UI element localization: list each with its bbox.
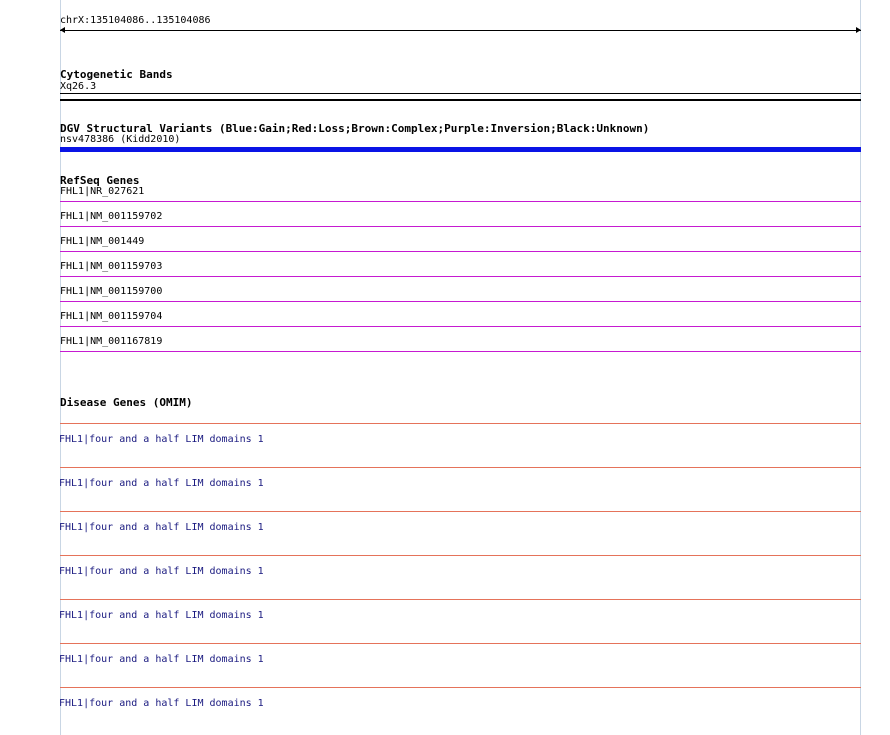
omim-feature-label[interactable]: FHL1|four and a half LIM domains 1 bbox=[59, 566, 264, 578]
omim-feature-line[interactable] bbox=[60, 467, 861, 468]
cytoband-track-title: Cytogenetic Bands bbox=[60, 68, 173, 81]
refseq-feature-line[interactable] bbox=[60, 251, 861, 252]
refseq-feature-label[interactable]: FHL1|NM_001159702 bbox=[60, 211, 162, 223]
refseq-feature-label[interactable]: FHL1|NM_001159703 bbox=[60, 261, 162, 273]
refseq-feature-line[interactable] bbox=[60, 301, 861, 302]
ruler-right-arrow-icon bbox=[856, 27, 861, 33]
refseq-feature-line[interactable] bbox=[60, 351, 861, 352]
cytoband-feature[interactable] bbox=[60, 93, 861, 94]
ruler-left-arrow-icon bbox=[60, 27, 65, 33]
ruler-line bbox=[60, 30, 861, 31]
refseq-feature-line[interactable] bbox=[60, 226, 861, 227]
omim-track-title: Disease Genes (OMIM) bbox=[60, 396, 193, 409]
refseq-feature-label[interactable]: FHL1|NM_001167819 bbox=[60, 336, 162, 348]
omim-feature-label[interactable]: FHL1|four and a half LIM domains 1 bbox=[59, 478, 264, 490]
omim-feature-line[interactable] bbox=[60, 687, 861, 688]
track-separator bbox=[60, 99, 861, 101]
omim-feature-line[interactable] bbox=[60, 555, 861, 556]
omim-feature-line[interactable] bbox=[60, 423, 861, 424]
omim-feature-label[interactable]: FHL1|four and a half LIM domains 1 bbox=[59, 610, 264, 622]
omim-feature-label[interactable]: FHL1|four and a half LIM domains 1 bbox=[59, 698, 264, 710]
omim-feature-line[interactable] bbox=[60, 599, 861, 600]
dgv-feature-label[interactable]: nsv478386 (Kidd2010) bbox=[60, 134, 180, 146]
omim-feature-label[interactable]: FHL1|four and a half LIM domains 1 bbox=[59, 522, 264, 534]
track-frame-left bbox=[60, 0, 61, 735]
omim-feature-line[interactable] bbox=[60, 511, 861, 512]
refseq-feature-label[interactable]: FHL1|NM_001449 bbox=[60, 236, 144, 248]
refseq-feature-label[interactable]: FHL1|NM_001159704 bbox=[60, 311, 162, 323]
ruler-position-label: chrX:135104086..135104086 bbox=[60, 15, 211, 26]
refseq-feature-line[interactable] bbox=[60, 201, 861, 202]
track-frame-right bbox=[860, 0, 861, 735]
refseq-feature-label[interactable]: FHL1|NM_001159700 bbox=[60, 286, 162, 298]
refseq-feature-label[interactable]: FHL1|NR_027621 bbox=[60, 186, 144, 198]
omim-feature-label[interactable]: FHL1|four and a half LIM domains 1 bbox=[59, 434, 264, 446]
omim-feature-line[interactable] bbox=[60, 643, 861, 644]
refseq-feature-line[interactable] bbox=[60, 276, 861, 277]
dgv-feature-bar[interactable] bbox=[60, 147, 861, 152]
refseq-feature-line[interactable] bbox=[60, 326, 861, 327]
omim-feature-label[interactable]: FHL1|four and a half LIM domains 1 bbox=[59, 654, 264, 666]
cytoband-label[interactable]: Xq26.3 bbox=[60, 81, 96, 93]
